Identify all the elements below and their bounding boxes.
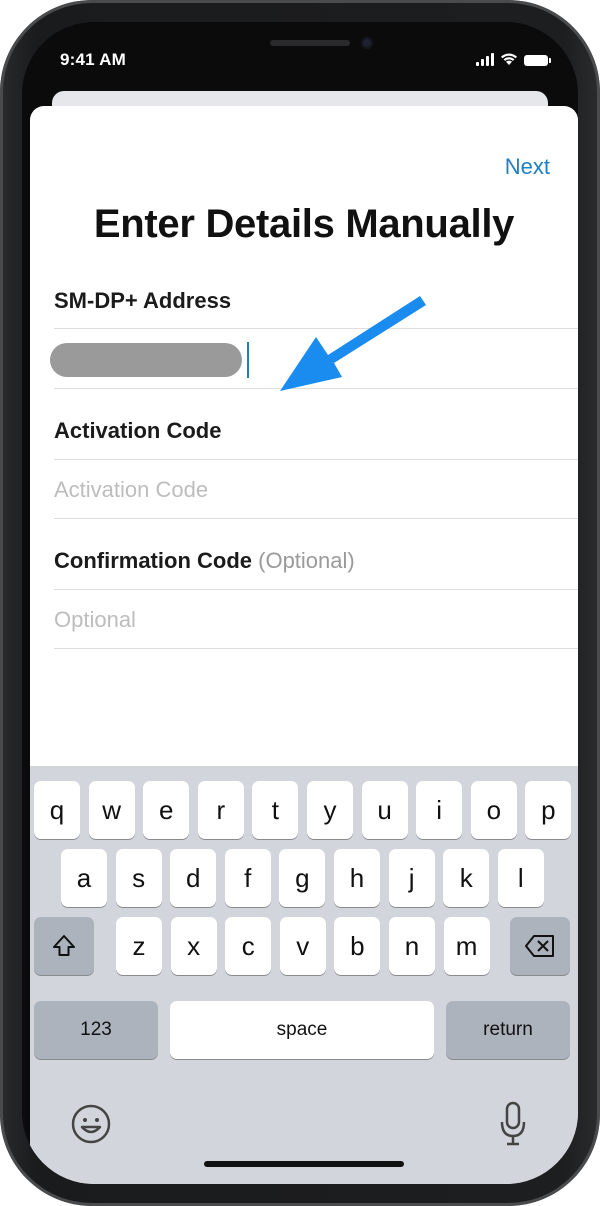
key-l[interactable]: l bbox=[497, 849, 544, 907]
delete-key[interactable] bbox=[510, 917, 570, 975]
confirmation-code-label: Confirmation Code (Optional) bbox=[54, 548, 355, 574]
shift-icon bbox=[53, 935, 75, 956]
smdp-address-label: SM-DP+ Address bbox=[54, 288, 232, 313]
cellular-signal-icon bbox=[476, 52, 494, 66]
key-g[interactable]: g bbox=[279, 849, 326, 907]
key-x[interactable]: x bbox=[170, 917, 217, 975]
status-icons bbox=[476, 52, 551, 66]
return-key[interactable]: return bbox=[446, 1001, 570, 1059]
keyboard: qwertyuiop asdfghjkl zxcvbnm 123 space r… bbox=[30, 766, 578, 1184]
activation-code-input[interactable]: Activation Code bbox=[54, 477, 208, 503]
key-d[interactable]: d bbox=[170, 849, 217, 907]
delete-icon bbox=[525, 935, 554, 957]
key-u[interactable]: u bbox=[361, 781, 408, 839]
shift-key[interactable] bbox=[34, 917, 94, 975]
key-j[interactable]: j bbox=[388, 849, 435, 907]
battery-icon bbox=[524, 55, 551, 66]
page-title: Enter Details Manually bbox=[93, 202, 515, 246]
divider bbox=[54, 589, 578, 590]
key-z[interactable]: z bbox=[116, 917, 162, 975]
key-s[interactable]: s bbox=[115, 849, 162, 907]
status-time: 9:41 AM bbox=[60, 50, 126, 69]
space-key[interactable]: space bbox=[170, 1001, 434, 1059]
phone-frame: 9:41 AM Next Enter Details Manually SM-D… bbox=[0, 0, 600, 1206]
speaker bbox=[270, 40, 350, 46]
wifi-icon bbox=[501, 53, 517, 65]
confirmation-code-label-text: Confirmation Code bbox=[54, 548, 252, 573]
text-cursor bbox=[247, 342, 249, 378]
key-c[interactable]: c bbox=[225, 917, 272, 975]
key-p[interactable]: p bbox=[525, 781, 572, 839]
key-v[interactable]: v bbox=[279, 917, 326, 975]
key-n[interactable]: n bbox=[389, 917, 435, 975]
front-camera bbox=[361, 37, 373, 49]
key-b[interactable]: b bbox=[334, 917, 381, 975]
divider bbox=[54, 459, 578, 460]
divider bbox=[54, 518, 578, 519]
numbers-key[interactable]: 123 bbox=[34, 1001, 158, 1059]
divider bbox=[54, 648, 578, 649]
key-m[interactable]: m bbox=[443, 917, 490, 975]
redacted-address-value bbox=[50, 343, 242, 377]
key-f[interactable]: f bbox=[224, 849, 271, 907]
next-button[interactable]: Next bbox=[505, 154, 550, 180]
phone-screen: 9:41 AM Next Enter Details Manually SM-D… bbox=[22, 22, 578, 1184]
optional-hint: (Optional) bbox=[258, 548, 355, 573]
key-e[interactable]: e bbox=[143, 781, 190, 839]
pointer-arrow-icon bbox=[280, 296, 426, 391]
details-sheet: Next Enter Details Manually SM-DP+ Addre… bbox=[30, 106, 578, 1184]
emoji-icon[interactable] bbox=[70, 1103, 112, 1145]
key-q[interactable]: q bbox=[34, 781, 80, 839]
key-a[interactable]: a bbox=[61, 849, 107, 907]
microphone-icon[interactable] bbox=[498, 1100, 528, 1148]
key-i[interactable]: i bbox=[416, 781, 463, 839]
key-w[interactable]: w bbox=[88, 781, 135, 839]
key-o[interactable]: o bbox=[470, 781, 517, 839]
key-h[interactable]: h bbox=[334, 849, 380, 907]
home-indicator bbox=[204, 1161, 404, 1167]
key-y[interactable]: y bbox=[307, 781, 353, 839]
key-t[interactable]: t bbox=[252, 781, 299, 839]
confirmation-code-input[interactable]: Optional bbox=[54, 607, 136, 633]
key-k[interactable]: k bbox=[443, 849, 490, 907]
activation-code-label: Activation Code bbox=[54, 418, 222, 443]
key-r[interactable]: r bbox=[197, 781, 244, 839]
